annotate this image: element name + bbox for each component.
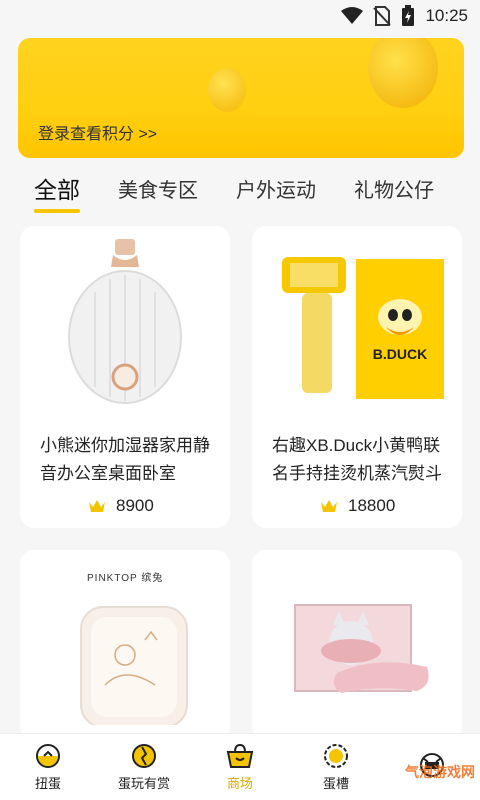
category-tabs: 全部 美食专区 户外运动 礼物公仔 [0, 168, 480, 216]
decor-blob [208, 68, 246, 112]
points-value: 18800 [348, 496, 396, 515]
product-card[interactable]: PINKTOP 缤兔 [20, 550, 230, 740]
nav-label: 商场 [226, 775, 253, 791]
brand-text: B.DUCK [373, 346, 427, 362]
nav-gashapon[interactable]: 扭蛋 [0, 734, 96, 800]
nav-egg-reward[interactable]: 蛋玩有赏 [96, 734, 192, 800]
tab-food[interactable]: 美食专区 [118, 174, 198, 211]
no-sim-icon [373, 6, 392, 26]
shop-basket-icon [226, 743, 254, 768]
decor-blob [368, 38, 438, 108]
tab-all[interactable]: 全部 [34, 171, 80, 213]
product-title: 小熊迷你加湿器家用静音办公室桌面卧室 [40, 436, 210, 483]
egg-slot-icon [324, 743, 348, 768]
points-value: 8900 [116, 496, 154, 515]
product-card[interactable]: B.DUCK 右趣XB.Duck小黄鸭联名手持挂烫机蒸汽熨斗 18800 [252, 226, 462, 528]
product-card[interactable]: 小熊迷你加湿器家用静音办公室桌面卧室 8900 [20, 226, 230, 528]
crown-icon [321, 500, 337, 512]
status-bar: 10:25 [0, 0, 480, 32]
egg-reward-icon [132, 743, 156, 768]
tab-gifts[interactable]: 礼物公仔 [354, 174, 434, 211]
product-card[interactable] [252, 550, 462, 740]
watermark: 气泡游戏网 [405, 764, 475, 780]
nav-label: 扭蛋 [34, 775, 61, 791]
product-title: 右趣XB.Duck小黄鸭联名手持挂烫机蒸汽熨斗 [272, 436, 442, 483]
nav-label: 蛋槽 [322, 775, 349, 791]
steamer-image: B.DUCK [252, 226, 462, 418]
eye-mask-image [252, 550, 462, 730]
nav-label: 蛋玩有赏 [117, 775, 170, 791]
humidifier-image [20, 226, 230, 418]
product-points: 18800 [320, 496, 395, 516]
clock: 10:25 [425, 6, 468, 25]
points-banner[interactable]: 登录查看积分 >> [18, 38, 464, 158]
nav-shop[interactable]: 商场 [192, 734, 288, 800]
login-points-link[interactable]: 登录查看积分 >> [38, 120, 157, 144]
crown-icon [89, 500, 105, 512]
nav-egg-slot[interactable]: 蛋槽 [288, 734, 384, 800]
lunchbox-image: PINKTOP 缤兔 [20, 550, 230, 730]
tab-outdoor[interactable]: 户外运动 [236, 174, 316, 211]
gashapon-icon [36, 743, 60, 768]
wifi-icon [341, 7, 364, 24]
product-points: 8900 [88, 496, 154, 516]
battery-charging-icon [402, 5, 415, 26]
brand-text: PINKTOP 缤兔 [87, 571, 163, 584]
